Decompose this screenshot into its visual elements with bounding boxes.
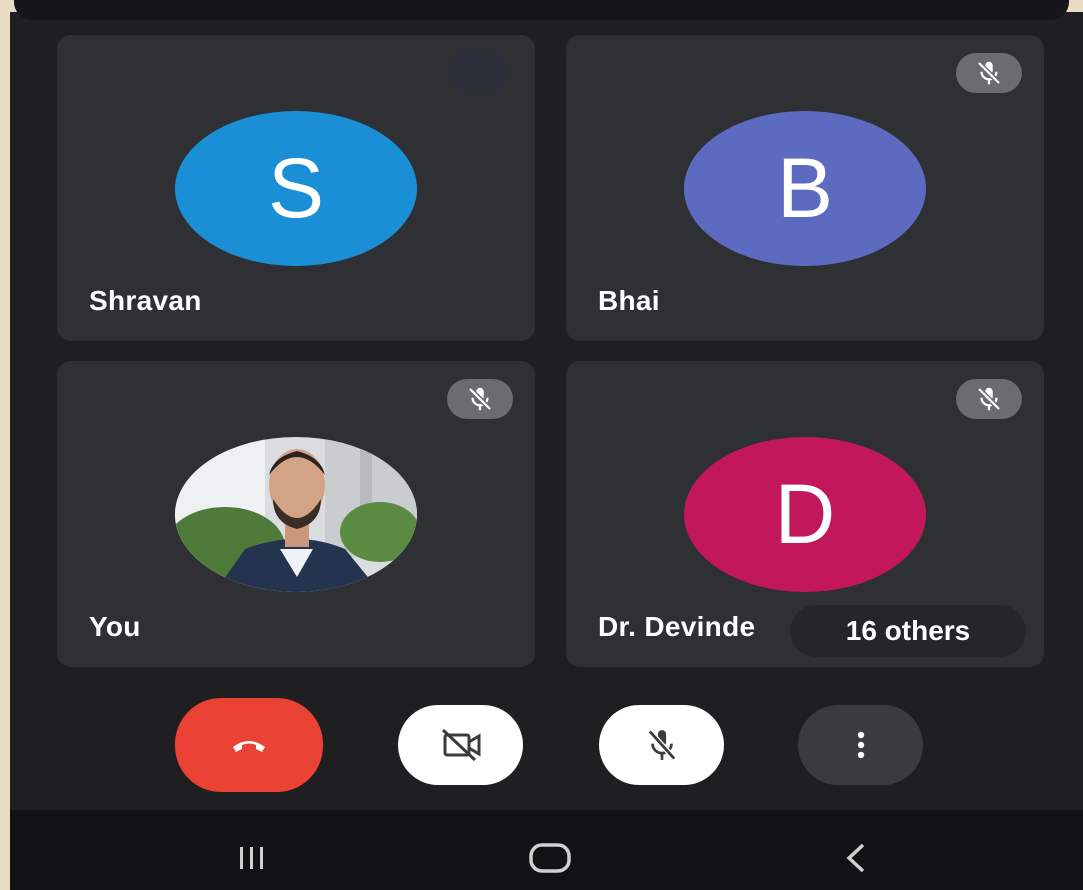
- camera-off-icon: [441, 728, 480, 762]
- participant-tile-bhai[interactable]: B Bhai: [566, 35, 1044, 341]
- home-icon: [529, 843, 571, 873]
- status-badge: [447, 51, 509, 91]
- end-call-button[interactable]: [175, 698, 323, 792]
- avatar: S: [175, 111, 417, 266]
- participant-tile-you[interactable]: You: [57, 361, 535, 667]
- home-button[interactable]: [522, 838, 578, 878]
- others-label: 16 others: [845, 615, 971, 646]
- participant-name: Bhai: [598, 285, 660, 316]
- avatar-initial: S: [267, 141, 325, 235]
- participant-tile-shravan[interactable]: S Shravan: [57, 35, 535, 341]
- screen-edge-left: [0, 0, 10, 890]
- avatar: B: [684, 111, 926, 266]
- participant-name: Dr. Devinde: [598, 611, 756, 642]
- avatar-initial: B: [776, 141, 834, 235]
- recents-button[interactable]: [230, 838, 274, 878]
- participant-name: Shravan: [89, 285, 202, 316]
- phone-hangup-icon: [233, 741, 265, 752]
- back-icon: [846, 843, 865, 873]
- camera-toggle-button[interactable]: [398, 705, 523, 785]
- mic-toggle-button[interactable]: [599, 705, 724, 785]
- avatar: D: [684, 437, 926, 592]
- others-count-chip[interactable]: 16 others: [790, 605, 1026, 657]
- avatar-initial: D: [774, 467, 836, 561]
- top-bar: [14, 0, 1069, 20]
- profile-photo: [175, 437, 417, 592]
- participant-name: You: [89, 611, 141, 642]
- back-button[interactable]: [836, 838, 876, 878]
- recents-icon: [240, 847, 263, 869]
- mic-off-icon: [647, 729, 676, 761]
- mic-off-icon: [447, 379, 513, 419]
- mic-off-icon: [956, 53, 1022, 93]
- more-vertical-icon: [857, 731, 864, 759]
- mic-off-icon: [956, 379, 1022, 419]
- more-options-button[interactable]: [798, 705, 923, 785]
